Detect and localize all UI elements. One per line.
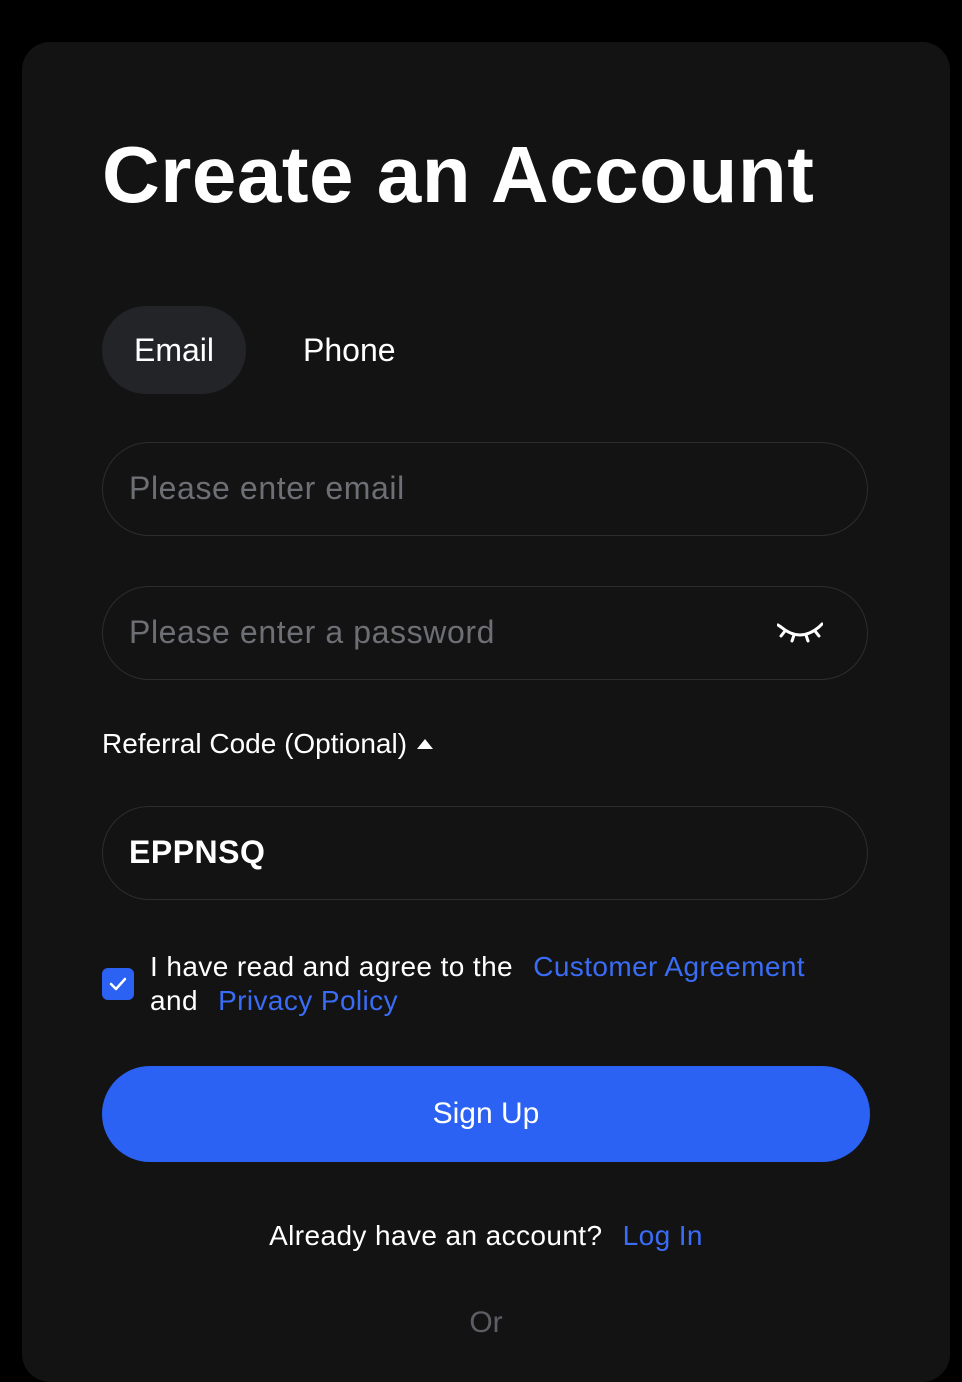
agreement-text: I have read and agree to the Customer Ag… [150, 950, 850, 1018]
referral-field-wrapper [102, 806, 868, 900]
tab-email[interactable]: Email [102, 306, 246, 394]
page-title: Create an Account [102, 130, 815, 219]
sign-up-button[interactable]: Sign Up [102, 1066, 870, 1162]
or-divider: Or [469, 1306, 503, 1339]
login-prompt-text: Already have an account? [269, 1220, 603, 1251]
agreement-prefix: I have read and agree to the [150, 951, 514, 982]
caret-up-icon [417, 739, 434, 749]
signup-method-tabs: Email Phone [102, 306, 433, 394]
password-input[interactable] [129, 587, 749, 678]
privacy-policy-link[interactable]: Privacy Policy [218, 985, 398, 1016]
checkmark-icon [109, 977, 127, 991]
signup-card: Create an Account Email Phone Referral C… [22, 42, 950, 1382]
log-in-link[interactable]: Log In [623, 1220, 703, 1251]
password-field-wrapper [102, 586, 868, 680]
email-field-wrapper [102, 442, 868, 536]
referral-code-label: Referral Code (Optional) [102, 728, 408, 759]
eye-closed-icon[interactable] [776, 617, 824, 651]
customer-agreement-link[interactable]: Customer Agreement [533, 951, 805, 982]
referral-code-toggle[interactable]: Referral Code (Optional) [102, 728, 434, 760]
agreement-checkbox[interactable] [102, 968, 134, 1000]
tab-phone[interactable]: Phone [266, 306, 433, 394]
referral-code-input[interactable] [129, 807, 749, 898]
email-input[interactable] [129, 443, 749, 534]
login-prompt: Already have an account? Log In [22, 1220, 950, 1252]
agreement-and: and [150, 985, 198, 1016]
